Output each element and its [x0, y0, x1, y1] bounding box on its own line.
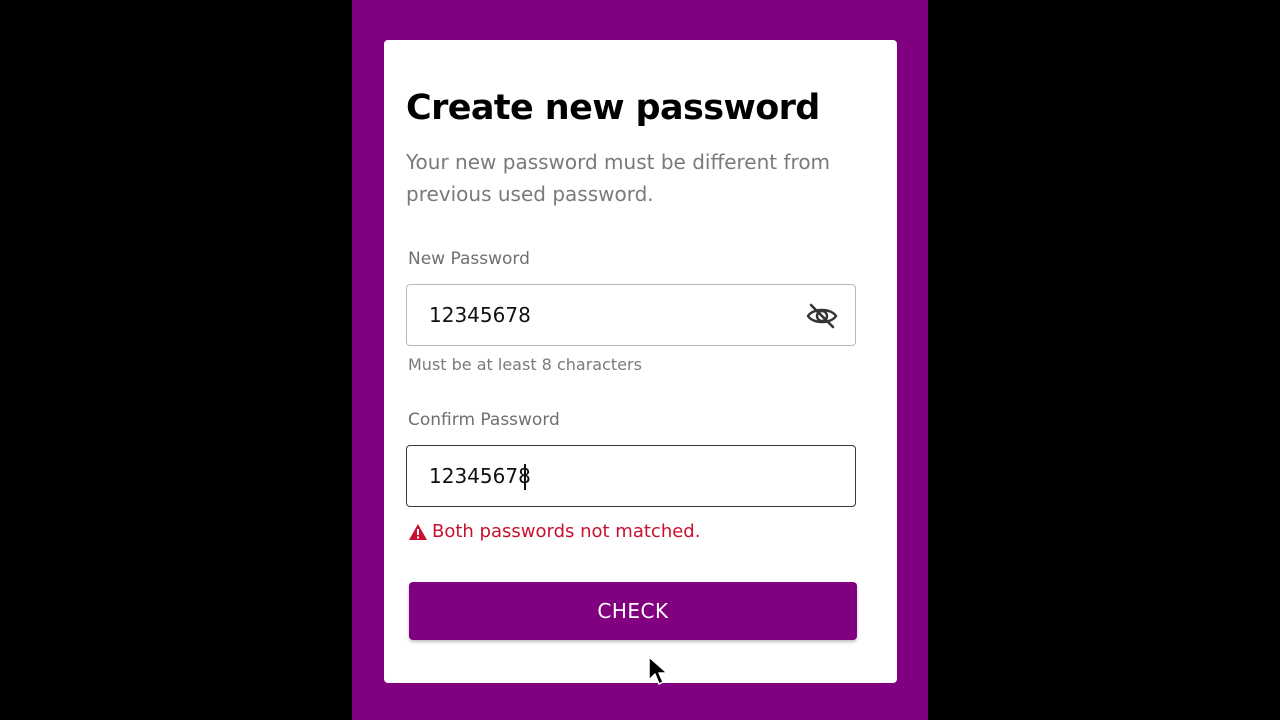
mouse-pointer-icon [648, 656, 668, 685]
confirm-password-field[interactable] [406, 445, 856, 507]
new-password-label: New Password [408, 249, 530, 269]
password-card: Create new password Your new password mu… [384, 40, 897, 683]
eye-slash-icon[interactable] [805, 299, 839, 333]
confirm-password-label: Confirm Password [408, 410, 560, 430]
page-title: Create new password [406, 88, 820, 128]
error-message: Both passwords not matched. [408, 521, 700, 542]
warning-icon [409, 523, 427, 540]
error-text: Both passwords not matched. [432, 521, 701, 542]
check-button[interactable]: CHECK [409, 582, 857, 640]
confirm-password-input[interactable] [407, 446, 855, 506]
new-password-input[interactable] [407, 285, 855, 345]
password-hint: Must be at least 8 characters [408, 355, 642, 374]
background-panel: Create new password Your new password mu… [352, 0, 928, 720]
page-subtitle: Your new password must be different from… [406, 150, 831, 206]
new-password-field[interactable] [406, 284, 856, 346]
text-caret [524, 464, 526, 490]
